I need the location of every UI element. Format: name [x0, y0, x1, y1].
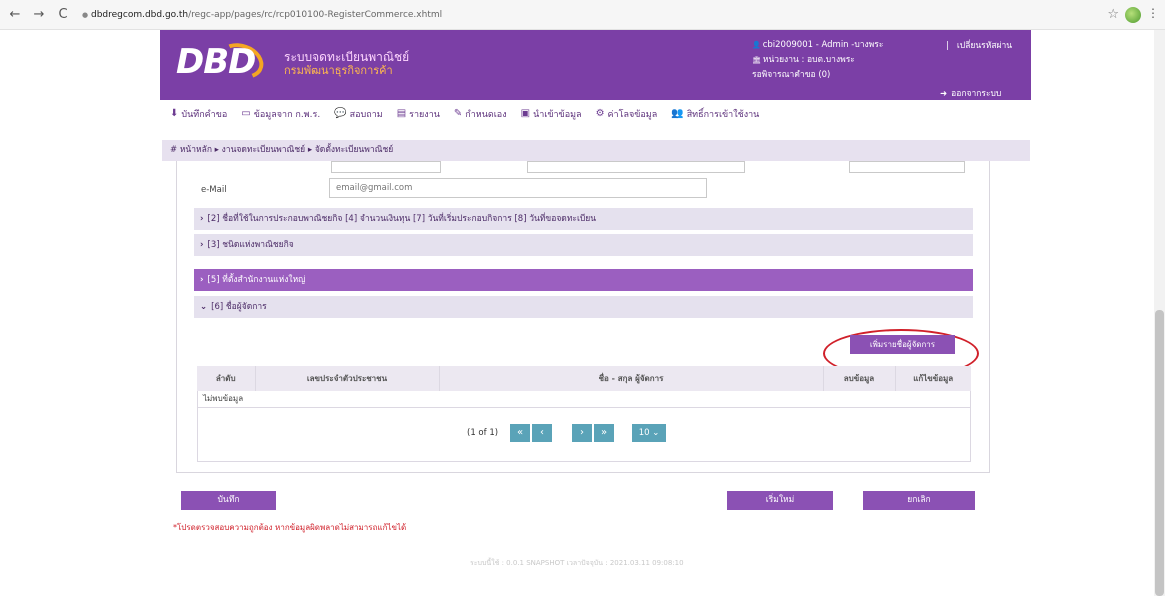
next-page-button[interactable]: › — [572, 424, 593, 442]
users-icon: 👥 — [671, 108, 684, 119]
menu-item-label: บันทึกคำขอ — [181, 109, 228, 120]
system-subtitle: กรมพัฒนาธุรกิจการค้า — [284, 64, 393, 77]
profile-avatar-icon[interactable] — [1125, 7, 1141, 23]
monitor-icon: ▭ — [241, 108, 251, 119]
section-head-office[interactable]: › [5] ที่ตั้งสำนักงานแห่งใหญ่ — [194, 269, 973, 291]
col-citizen-id: เลขประจำตัวประชาชน — [255, 366, 440, 391]
reload-icon[interactable]: C — [54, 6, 72, 24]
dbd-logo[interactable]: DBD — [176, 37, 269, 85]
menu-item-label: ค่าโลจข้อมูล — [607, 109, 658, 120]
header-separator: | — [946, 41, 949, 51]
menu-item-permissions[interactable]: 👥 สิทธิ์การเข้าใช้งาน — [671, 107, 759, 121]
table-header-row: ลำดับ เลขประจำตัวประชาชน ชื่อ - สกุล ผู้… — [197, 366, 971, 391]
register-form-card: e-Mail ›[2] ชื่อที่ใช้ในการประกอบพาณิชยก… — [176, 161, 990, 473]
section-label: [6] ชื่อผู้จัดการ — [211, 302, 267, 312]
logout-link[interactable]: ➜ ออกจากระบบ — [940, 86, 1001, 100]
cropped-input[interactable] — [849, 161, 965, 173]
chevron-right-icon: › — [200, 214, 204, 224]
breadcrumb[interactable]: # หน้าหลัก ▸ งานจดทะเบียนพาณิชย์ ▸ จัดตั… — [162, 140, 1030, 161]
browser-menu-icon[interactable]: ⋮ — [1147, 6, 1159, 20]
cropped-input[interactable] — [331, 161, 441, 173]
cropped-field-row — [191, 161, 977, 173]
email-label: e-Mail — [201, 185, 227, 195]
chevron-down-icon: ⌄ — [200, 302, 208, 312]
menu-item-label: สิทธิ์การเข้าใช้งาน — [686, 109, 760, 120]
col-edit: แก้ไขข้อมูล — [895, 366, 971, 391]
unit-icon: 🏛 — [752, 56, 761, 64]
system-title: ระบบจดทะเบียนพาณิชย์ — [284, 50, 410, 64]
browser-toolbar: ← → C ● dbdregcom.dbd.go.th/regc-app/pag… — [0, 0, 1165, 30]
change-password-link[interactable]: | เปลี่ยนรหัสผ่าน — [946, 38, 1012, 52]
section-managers[interactable]: ⌄ [6] ชื่อผู้จัดการ — [194, 296, 973, 318]
logout-label: ออกจากระบบ — [951, 89, 1002, 99]
user-icon: 👤 — [752, 41, 761, 49]
menu-item-record-request[interactable]: ⬇ บันทึกคำขอ — [170, 107, 227, 121]
scrollbar-thumb[interactable] — [1155, 310, 1164, 596]
cancel-button[interactable]: ยกเลิก — [863, 491, 975, 510]
chat-icon: 💬 — [334, 108, 347, 119]
warning-text: *โปรดตรวจสอบความถูกต้อง หากข้อมูลผิดพลาด… — [173, 523, 407, 532]
managers-table: ลำดับ เลขประจำตัวประชาชน ชื่อ - สกุล ผู้… — [197, 366, 971, 408]
menu-item-settings[interactable]: ⚙ ค่าโลจข้อมูล — [596, 107, 658, 121]
chevron-right-icon: › — [200, 275, 204, 285]
section-label: [3] ชนิดแห่งพาณิชยกิจ — [207, 240, 294, 250]
bookmark-star-icon[interactable]: ☆ — [1107, 7, 1119, 22]
gear-icon: ⚙ — [595, 108, 605, 119]
version-text: ระบบนี้ใช้ : 0.0.1 SNAPSHOT เวลาปัจจุบัน… — [470, 559, 684, 567]
edit-icon: ✎ — [453, 108, 463, 119]
user-line: cbi2009001 - Admin -บางพระ — [762, 40, 884, 50]
menu-item-opdc-data[interactable]: ▭ ข้อมูลจาก ก.พ.ร. — [241, 107, 320, 121]
table-row: ไม่พบข้อมูล — [197, 391, 971, 408]
col-manager-name: ชื่อ - สกุล ผู้จัดการ — [439, 366, 824, 391]
menu-item-inquiry[interactable]: 💬 สอบถาม — [334, 107, 383, 121]
user-info: 👤 cbi2009001 - Admin -บางพระ 🏛 หน่วยงาน : … — [752, 38, 883, 83]
menu-item-label: นำเข้าข้อมูล — [533, 109, 582, 120]
address-bar[interactable]: ● dbdregcom.dbd.go.th/regc-app/pages/rc/… — [82, 6, 442, 24]
empty-message: ไม่พบข้อมูล — [197, 391, 971, 408]
unit-line: หน่วยงาน : อบต.บางพระ — [762, 55, 855, 65]
menu-item-reports[interactable]: ▤ รายงาน — [397, 107, 440, 121]
menu-item-custom[interactable]: ✎ กำหนดเอง — [454, 107, 507, 121]
chevron-right-icon: › — [200, 240, 204, 250]
pending-requests-link[interactable]: รอพิจารณาคำขอ (0) — [752, 70, 830, 80]
col-order: ลำดับ — [197, 366, 256, 391]
save-button[interactable]: บันทึก — [181, 491, 276, 510]
menu-item-label: ข้อมูลจาก ก.พ.ร. — [253, 109, 321, 120]
download-icon: ⬇ — [170, 108, 179, 119]
lock-icon: ● — [82, 10, 89, 19]
email-field[interactable] — [329, 178, 707, 198]
menu-item-import[interactable]: ▣ นำเข้าข้อมูล — [521, 107, 582, 121]
last-page-button[interactable]: » — [594, 424, 615, 442]
logo-text: DBD — [176, 42, 256, 82]
menu-item-label: กำหนดเอง — [465, 109, 507, 120]
section-label: [2] ชื่อที่ใช้ในการประกอบพาณิชยกิจ [4] จ… — [207, 214, 597, 224]
main-menu: ⬇ บันทึกคำขอ ▭ ข้อมูลจาก ก.พ.ร. 💬 สอบถาม ▤ ร… — [160, 101, 1031, 126]
section-label: [5] ที่ตั้งสำนักงานแห่งใหญ่ — [207, 275, 306, 285]
forward-icon[interactable]: → — [30, 6, 48, 24]
app-header: DBD ระบบจดทะเบียนพาณิชย์ กรมพัฒนาธุรกิจก… — [160, 30, 1031, 100]
rows-per-page-select[interactable]: 10 ⌄ — [632, 424, 667, 442]
reset-button[interactable]: เริ่มใหม่ — [727, 491, 833, 510]
page-info: (1 of 1) — [467, 428, 499, 438]
report-icon: ▤ — [396, 108, 407, 119]
first-page-button[interactable]: « — [510, 424, 531, 442]
section-business-type[interactable]: › [3] ชนิดแห่งพาณิชยกิจ — [194, 234, 973, 256]
prev-page-button[interactable]: ‹ — [532, 424, 553, 442]
cropped-input[interactable] — [527, 161, 745, 173]
url-path: /regc-app/pages/rc/rcp010100-RegisterCom… — [188, 9, 443, 20]
section-business-name[interactable]: › [2] ชื่อที่ใช้ในการประกอบพาณิชยกิจ [4] … — [194, 208, 973, 230]
menu-item-label: รายงาน — [409, 109, 440, 120]
add-manager-button[interactable]: เพิ่มรายชื่อผู้จัดการ — [850, 335, 955, 354]
col-delete: ลบข้อมูล — [823, 366, 896, 391]
back-icon[interactable]: ← — [6, 6, 24, 24]
pagination: (1 of 1) « ‹ › » 10 ⌄ — [467, 423, 667, 443]
import-icon: ▣ — [520, 108, 531, 119]
url-host: dbdregcom.dbd.go.th — [90, 9, 189, 20]
menu-item-label: สอบถาม — [349, 109, 383, 120]
logout-icon: ➜ — [940, 89, 948, 99]
change-password-label: เปลี่ยนรหัสผ่าน — [956, 41, 1013, 51]
